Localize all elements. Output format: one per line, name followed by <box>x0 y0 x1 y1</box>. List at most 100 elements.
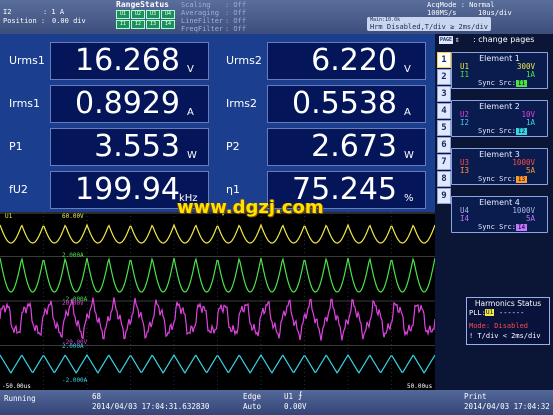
setting-label: LineFilter <box>181 17 224 25</box>
print-button[interactable]: Print <box>464 393 487 401</box>
change-pages-hint: : change pages <box>473 35 535 44</box>
meas-value-box: 3.553 W <box>50 128 209 166</box>
meas-label: Irms1 <box>9 97 41 110</box>
setting-value: : Off <box>225 1 247 9</box>
page-updown-icon: ⇕ <box>455 35 460 44</box>
trigger-level: 0.00V <box>284 402 307 411</box>
element-box-1[interactable]: Element 1 U1 300V I1 1A Sync Src: I1 <box>451 52 548 89</box>
page-tab-5[interactable]: 5 <box>437 120 451 136</box>
setting-value: : Off <box>225 17 247 25</box>
element-box-2[interactable]: Element 2 U2 10V I2 1A Sync Src: I2 <box>451 100 548 137</box>
harmonics-note: ! T/div < 2ms/div <box>469 332 541 340</box>
page-tab-6[interactable]: 6 <box>437 137 451 153</box>
setting-label: Averaging <box>181 9 219 17</box>
range-box-u2: U2 <box>131 10 145 19</box>
range-box-i4: I4 <box>161 20 175 29</box>
element-i-range: 1A <box>525 118 535 127</box>
page-tab-2[interactable]: 2 <box>437 69 451 85</box>
pll-label: PLL: <box>469 309 486 317</box>
meas-unit: % <box>404 193 414 204</box>
range-box-u1: U1 <box>116 10 130 19</box>
element-i-label: I1 <box>460 70 470 79</box>
meas-label: Irms2 <box>226 97 258 110</box>
element-sync-src: Sync Src: I3 <box>478 175 528 183</box>
meas-value-box: 2.673 W <box>267 128 426 166</box>
meas-unit: A <box>187 107 194 118</box>
element-box-3[interactable]: Element 3 U3 1000V I3 5A Sync Src: I3 <box>451 148 548 185</box>
trace-i1 <box>0 257 436 293</box>
time-div: 10us/div <box>478 9 512 17</box>
meas-unit: A <box>404 107 411 118</box>
range-status-title: RangeStatus <box>116 0 169 9</box>
clock-timestamp: 2014/04/03 17:04:32 <box>464 402 550 411</box>
meas-label: P1 <box>9 140 23 153</box>
sync-src-label: Sync Src: <box>478 223 516 231</box>
element-sync-src: Sync Src: I1 <box>478 79 528 87</box>
hrm-status-pill: Main:10.0k Hrm Disabled,T/div ≥ 2ms/div <box>367 17 491 31</box>
ch4-bottom-label: -2.000A <box>62 377 88 384</box>
measurement-panel: Urms1 16.268 V Urms2 6.220 V Irms1 0.8929 A Irms2… <box>0 34 435 212</box>
ch2-top-label: 2.000A <box>62 252 84 259</box>
page-tab-4[interactable]: 4 <box>437 103 451 119</box>
acq-timestamp: 2014/04/03 17:04:31.632830 <box>92 402 210 411</box>
hrm-message: Hrm Disabled,T/div ≥ 2ms/div <box>370 23 489 31</box>
meas-value: 2.673 <box>311 129 397 164</box>
range-value: : 1 A <box>43 8 65 16</box>
harmonics-mode: Mode: Disabled <box>469 322 529 330</box>
meas-value: 16.268 <box>75 43 180 78</box>
range-box-u3: U3 <box>146 10 160 19</box>
element-sync-src: Sync Src: I4 <box>478 223 528 231</box>
trigger-mode: Auto <box>243 402 262 411</box>
meas-label: η1 <box>226 183 240 196</box>
meas-label: Urms1 <box>9 54 45 67</box>
range-box-i3: I3 <box>146 20 160 29</box>
meas-unit: V <box>187 64 194 75</box>
meas-value: 0.5538 <box>292 86 397 121</box>
meas-label: Urms2 <box>226 54 262 67</box>
top-status-bar: I2 : 1 A Position : 0.00 div RangeStatus… <box>0 0 553 35</box>
range-box-i2: I2 <box>131 20 145 29</box>
meas-value-box: 16.268 V <box>50 42 209 80</box>
meas-label: P2 <box>226 140 240 153</box>
meas-label: fU2 <box>9 183 28 196</box>
meas-value-box: 0.5538 A <box>267 85 426 123</box>
waveform-display[interactable]: U1 60.00V 2.000A -2.000A 20.00V -20.00V … <box>0 212 436 390</box>
sync-src-label: Sync Src: <box>478 175 516 183</box>
element-i-range: 5A <box>525 166 535 175</box>
meas-value: 6.220 <box>311 43 397 78</box>
setting-value: : Off <box>225 25 247 33</box>
meas-unit: V <box>404 64 411 75</box>
harmonics-title: Harmonics Status <box>474 299 542 308</box>
position-value: 0.00 div <box>52 17 86 25</box>
page-tab-8[interactable]: 8 <box>437 171 451 187</box>
watermark-text: www.dgzj.com <box>177 197 324 218</box>
run-status: Running <box>4 394 36 403</box>
sync-src-badge: I3 <box>515 176 528 183</box>
trigger-source: U1 <box>284 392 294 401</box>
rising-edge-icon: ⨍ <box>298 391 303 401</box>
position-label: Position : <box>3 17 46 25</box>
element-sync-src: Sync Src: I2 <box>478 127 528 135</box>
page-tab-1[interactable]: 1 <box>437 52 451 68</box>
pll-value: ------ <box>499 309 525 317</box>
element-i-label: I2 <box>460 118 470 127</box>
page-tab-9[interactable]: 9 <box>437 188 451 204</box>
setting-label: Scaling <box>181 1 211 9</box>
page-indicator: PAGE <box>439 36 453 44</box>
page-tab-3[interactable]: 3 <box>437 86 451 102</box>
sample-rate: 100MS/s <box>427 9 457 17</box>
element-i-label: I3 <box>460 166 470 175</box>
page-tab-7[interactable]: 7 <box>437 154 451 170</box>
meas-unit: W <box>404 150 414 161</box>
meas-value: 3.553 <box>94 129 180 164</box>
element-i-label: I4 <box>460 214 470 223</box>
sync-src-label: Sync Src: <box>478 79 516 87</box>
range-box-i1: I1 <box>116 20 130 29</box>
range-label: I2 <box>3 8 12 16</box>
harmonics-status-box: Harmonics Status PLL: U1 ------ Mode: Di… <box>466 297 550 345</box>
element-i-range: 1A <box>525 70 535 79</box>
meas-value: 199.94 <box>75 172 180 207</box>
sync-src-badge: I1 <box>515 80 528 87</box>
element-box-4[interactable]: Element 4 U4 1000V I4 5A Sync Src: I4 <box>451 196 548 233</box>
meas-value-box: 6.220 V <box>267 42 426 80</box>
